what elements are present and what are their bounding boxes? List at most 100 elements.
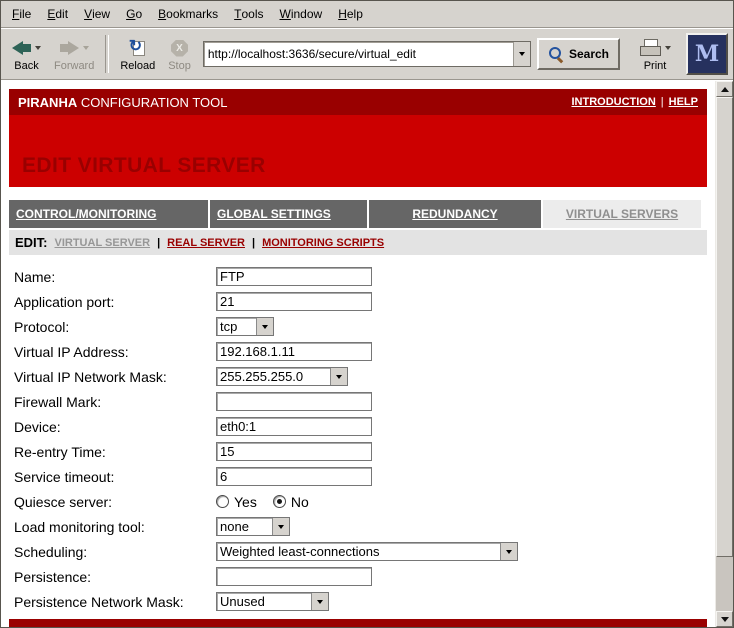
quiesce-server-option-yes[interactable]: Yes [216,494,257,510]
persistence-input[interactable] [216,567,372,586]
radio-button-icon[interactable] [216,495,229,508]
link-separator: | [661,96,664,108]
subnav-prefix: EDIT: [15,235,48,250]
back-button[interactable]: Back [6,32,47,76]
form-row-re-entry-time: Re-entry Time: [9,439,707,464]
scroll-up-button[interactable] [716,81,733,97]
print-label: Print [644,60,667,72]
re-entry-time-input[interactable] [216,442,372,461]
stop-button[interactable]: Stop [162,32,197,76]
menu-view[interactable]: View [76,1,118,27]
scrollbar-thumb[interactable] [716,97,733,557]
quiesce-server-option-no[interactable]: No [273,494,309,510]
brand-rest: CONFIGURATION TOOL [81,95,228,110]
menu-go[interactable]: Go [118,1,150,27]
form-row-persistence-network-mask: Persistence Network Mask:Unused [9,589,707,614]
dropdown-arrow-button[interactable] [256,318,273,335]
stop-label: Stop [168,60,191,72]
virtual-ip-address-label: Virtual IP Address: [9,344,216,360]
forward-label: Forward [54,60,94,72]
dropdown-arrow-button[interactable] [500,543,517,560]
print-button[interactable]: Print [633,32,677,76]
reload-button[interactable]: Reload [114,32,161,76]
menubar: FileEditViewGoBookmarksToolsWindowHelp [1,1,733,28]
stop-icon [171,40,188,57]
menu-edit[interactable]: Edit [39,1,76,27]
back-label: Back [14,60,38,72]
virtual-ip-address-input[interactable] [216,342,372,361]
scheduling-select[interactable]: Weighted least-connections [216,542,518,561]
form-row-device: Device: [9,414,707,439]
dropdown-arrow-button[interactable] [272,518,289,535]
virtual-ip-network-mask-selected-value: 255.255.255.0 [217,368,330,385]
search-icon [548,46,564,62]
service-timeout-input[interactable] [216,467,372,486]
scroll-down-button[interactable] [716,611,733,627]
tab-global-settings[interactable]: GLOBAL SETTINGS [210,200,367,228]
menu-window[interactable]: Window [272,1,331,27]
mozilla-logo-icon[interactable]: M [686,33,728,75]
tab-bar: CONTROL/MONITORINGGLOBAL SETTINGSREDUNDA… [9,200,707,228]
load-monitoring-tool-select[interactable]: none [216,517,290,536]
arrow-down-icon [721,617,729,622]
virtual-ip-network-mask-select[interactable]: 255.255.255.0 [216,367,348,386]
forward-icon [60,41,79,55]
tab-control-monitoring[interactable]: CONTROL/MONITORING [9,200,208,228]
vs-form: Name:Application port:Protocol:tcpVirtua… [9,255,707,614]
brand: PIRANHA CONFIGURATION TOOL [18,95,227,110]
page-title-band: EDIT VIRTUAL SERVER [9,115,707,187]
tab-virtual-servers[interactable]: VIRTUAL SERVERS [543,200,701,228]
introduction-link[interactable]: INTRODUCTION [571,96,655,108]
chevron-down-icon [336,375,342,379]
scrollbar-track[interactable] [716,557,733,611]
url-dropdown-button[interactable] [513,42,530,66]
back-dropdown-icon[interactable] [35,46,41,50]
menu-bookmarks[interactable]: Bookmarks [150,1,226,27]
dropdown-arrow-button[interactable] [311,593,328,610]
firewall-mark-input[interactable] [216,392,372,411]
radio-option-label: No [291,494,309,510]
persistence-label: Persistence: [9,569,216,585]
menu-tools[interactable]: Tools [226,1,271,27]
form-row-scheduling: Scheduling:Weighted least-connections [9,539,707,564]
persistence-network-mask-selected-value: Unused [217,593,311,610]
quiesce-server-radio-group: Yes No [216,494,309,510]
radio-button-icon[interactable] [273,495,286,508]
form-row-persistence: Persistence: [9,564,707,589]
tab-redundancy[interactable]: REDUNDANCY [369,200,541,228]
form-row-virtual-ip-address: Virtual IP Address: [9,339,707,364]
url-input[interactable] [204,42,513,66]
back-icon [12,41,31,55]
vertical-scrollbar[interactable] [715,81,733,627]
persistence-network-mask-select[interactable]: Unused [216,592,329,611]
name-label: Name: [9,269,216,285]
scheduling-label: Scheduling: [9,544,216,560]
browser-window: FileEditViewGoBookmarksToolsWindowHelp B… [0,0,734,628]
print-dropdown-icon[interactable] [665,46,671,50]
forward-dropdown-icon[interactable] [83,46,89,50]
forward-button[interactable]: Forward [48,32,100,76]
subnav-link-real-server[interactable]: REAL SERVER [167,237,245,249]
subnav-link-virtual-server[interactable]: VIRTUAL SERVER [55,237,151,249]
protocol-select[interactable]: tcp [216,317,274,336]
search-button[interactable]: Search [537,38,620,70]
piranha-page: PIRANHA CONFIGURATION TOOL INTRODUCTION |… [1,81,715,627]
radio-option-label: Yes [234,494,257,510]
virtual-ip-network-mask-label: Virtual IP Network Mask: [9,369,216,385]
brand-strong: PIRANHA [18,95,77,110]
device-label: Device: [9,419,216,435]
menu-help[interactable]: Help [330,1,371,27]
subnav-link-monitoring-scripts[interactable]: MONITORING SCRIPTS [262,237,384,249]
toolbar-separator [105,35,109,73]
form-row-service-timeout: Service timeout: [9,464,707,489]
persistence-network-mask-label: Persistence Network Mask: [9,594,216,610]
device-input[interactable] [216,417,372,436]
application-port-input[interactable] [216,292,372,311]
menu-file[interactable]: File [4,1,39,27]
chevron-down-icon [317,600,323,604]
dropdown-arrow-button[interactable] [330,368,347,385]
help-link[interactable]: HELP [669,96,698,108]
name-input[interactable] [216,267,372,286]
form-row-name: Name: [9,264,707,289]
print-icon [639,39,661,58]
